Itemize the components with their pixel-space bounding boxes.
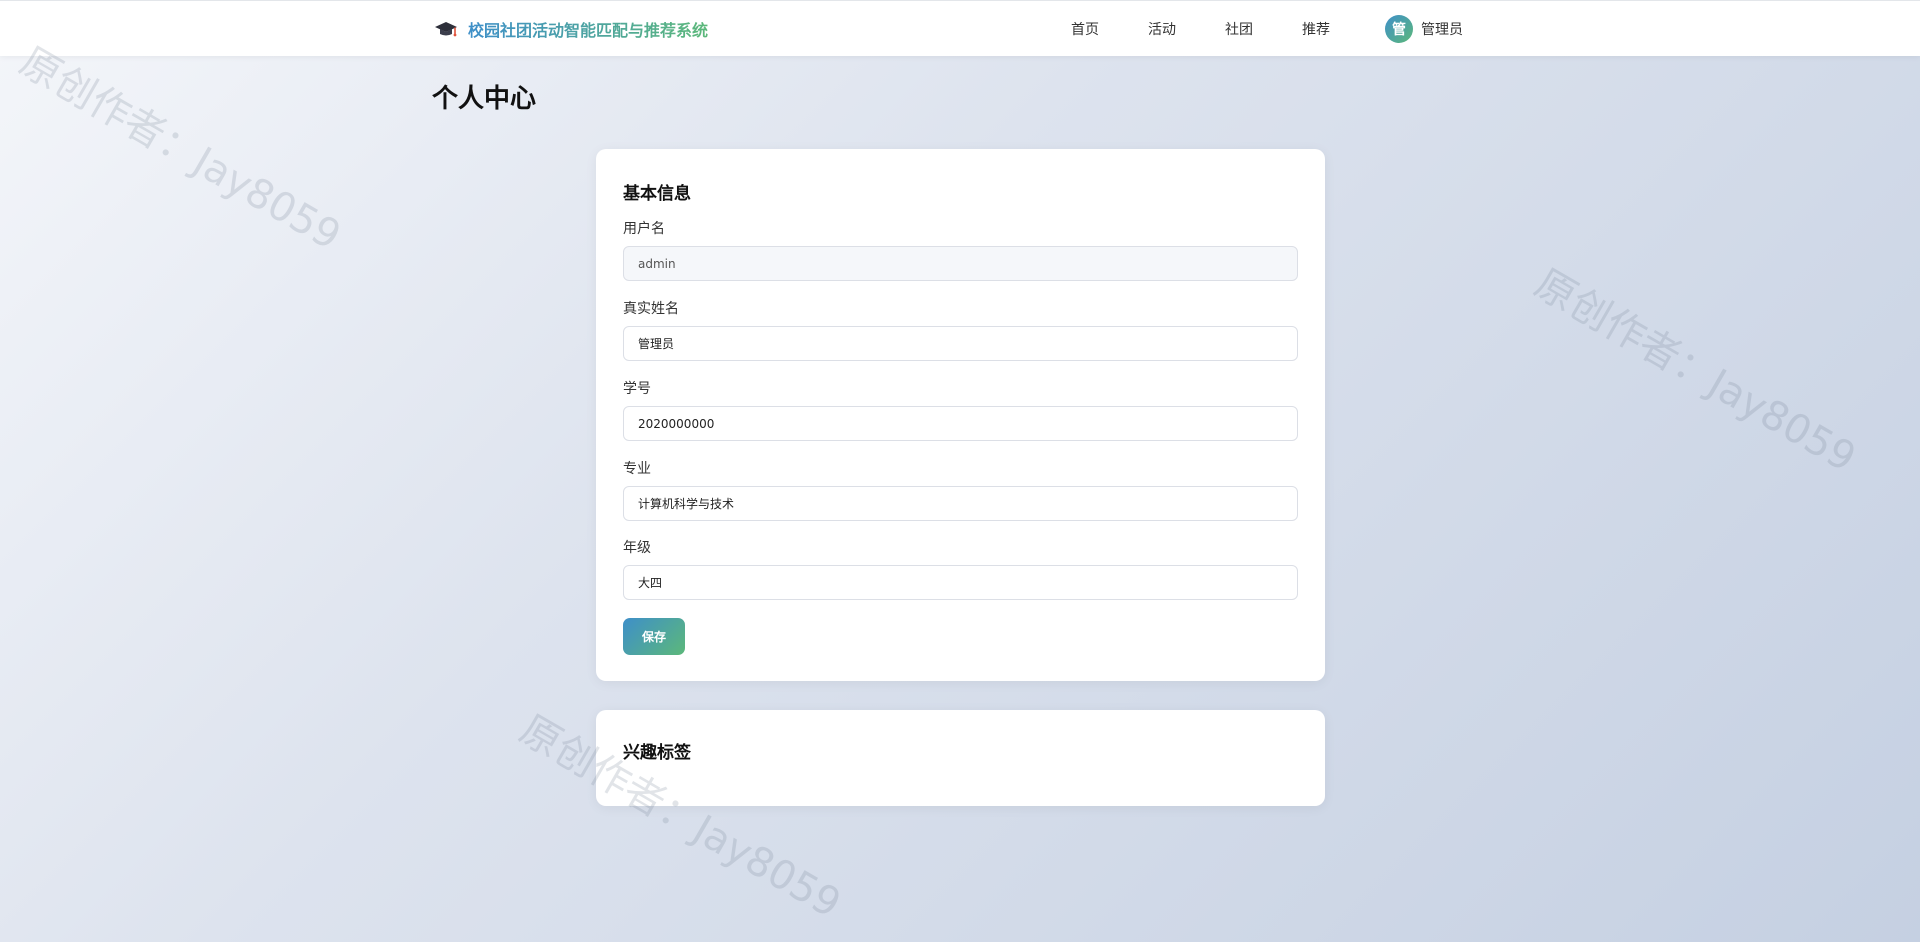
username-input[interactable] bbox=[623, 246, 1298, 281]
interest-tags-title: 兴趣标签 bbox=[623, 743, 691, 763]
graduation-cap-icon bbox=[435, 22, 457, 37]
brand[interactable]: 校园社团活动智能匹配与推荐系统 bbox=[434, 15, 708, 43]
student-id-field: 学号 bbox=[623, 379, 1298, 441]
major-label: 专业 bbox=[623, 461, 651, 477]
user-name: 管理员 bbox=[1421, 22, 1463, 38]
real-name-input[interactable] bbox=[623, 326, 1298, 361]
username-label: 用户名 bbox=[623, 221, 665, 237]
avatar: 管 bbox=[1385, 15, 1413, 43]
username-field: 用户名 bbox=[623, 219, 1298, 281]
major-input[interactable] bbox=[623, 486, 1298, 521]
top-navbar: 校园社团活动智能匹配与推荐系统 首页 活动 社团 推荐 管 管理员 bbox=[0, 0, 1920, 56]
student-id-label: 学号 bbox=[623, 381, 651, 397]
basic-info-card: 基本信息 用户名 真实姓名 学号 专业 年级 保存 bbox=[596, 149, 1325, 681]
watermark: 原创作者：Jay8059 bbox=[12, 38, 349, 260]
grade-label: 年级 bbox=[623, 540, 651, 556]
basic-info-title: 基本信息 bbox=[623, 184, 691, 204]
real-name-field: 真实姓名 bbox=[623, 299, 1298, 361]
user-menu[interactable]: 管 管理员 bbox=[1385, 15, 1463, 43]
nav-clubs[interactable]: 社团 bbox=[1225, 19, 1253, 39]
major-field: 专业 bbox=[623, 459, 1298, 521]
grade-field: 年级 bbox=[623, 538, 1298, 600]
student-id-input[interactable] bbox=[623, 406, 1298, 441]
main-nav: 首页 活动 社团 推荐 bbox=[1071, 19, 1379, 39]
interest-tags-card: 兴趣标签 bbox=[596, 710, 1325, 806]
save-button[interactable]: 保存 bbox=[623, 618, 685, 655]
page-title: 个人中心 bbox=[432, 84, 537, 114]
brand-title: 校园社团活动智能匹配与推荐系统 bbox=[468, 17, 708, 41]
nav-recommend[interactable]: 推荐 bbox=[1302, 19, 1330, 39]
real-name-label: 真实姓名 bbox=[623, 301, 679, 317]
nav-activities[interactable]: 活动 bbox=[1148, 19, 1176, 39]
nav-home[interactable]: 首页 bbox=[1071, 19, 1099, 39]
watermark: 原创作者：Jay8059 bbox=[1527, 260, 1864, 482]
grade-input[interactable] bbox=[623, 565, 1298, 600]
